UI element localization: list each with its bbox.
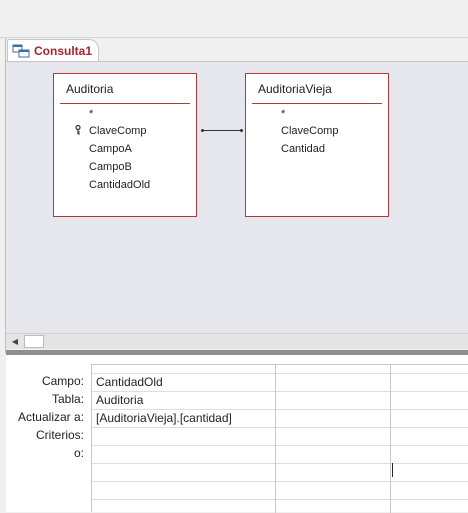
field-all[interactable]: *	[89, 108, 93, 120]
scroll-thumb[interactable]	[24, 335, 44, 348]
grid-cell-campo[interactable]: CantidadOld	[96, 375, 163, 389]
table-box-auditoria[interactable]: Auditoria * ClaveComp CampoA CampoB Cant…	[53, 73, 197, 217]
ribbon-area	[0, 0, 468, 38]
row-label-tabla: Tabla:	[51, 392, 84, 406]
grid-row-divider	[92, 445, 468, 446]
grid-column-divider	[275, 365, 276, 513]
grid-row-divider	[92, 409, 468, 410]
query-design-grid[interactable]: CantidadOld Auditoria [AuditoriaVieja].[…	[91, 364, 468, 513]
field-clavecomp[interactable]: ClaveComp	[281, 125, 338, 137]
grid-row-divider	[92, 391, 468, 392]
tab-label: Consulta1	[34, 43, 93, 58]
grid-row-divider	[92, 499, 468, 500]
field-campob[interactable]: CampoB	[89, 161, 132, 173]
table-title-divider	[252, 103, 382, 104]
field-campoa[interactable]: CampoA	[89, 143, 132, 155]
field-all[interactable]: *	[281, 108, 285, 120]
join-endpoint-right	[240, 129, 243, 132]
row-label-actualizar: Actualizar a:	[17, 410, 84, 424]
table-title: AuditoriaVieja	[258, 82, 332, 96]
scroll-left-icon[interactable]: ◀	[8, 335, 22, 348]
table-title: Auditoria	[66, 82, 114, 96]
grid-cell-actualizar[interactable]: [AuditoriaVieja].[cantidad]	[96, 411, 232, 425]
join-endpoint-left	[201, 129, 204, 132]
query-design-icon	[12, 44, 30, 57]
row-label-o: o:	[73, 446, 84, 460]
field-cantidadold[interactable]: CantidadOld	[89, 179, 150, 191]
grid-row-divider	[92, 427, 468, 428]
join-line[interactable]	[202, 130, 242, 131]
text-cursor	[392, 463, 393, 477]
row-label-criterios: Criterios:	[35, 428, 84, 442]
grid-row-divider	[92, 373, 468, 374]
key-icon	[75, 125, 81, 135]
tab-consulta1[interactable]: Consulta1	[7, 39, 99, 61]
grid-row-divider	[92, 481, 468, 482]
grid-column-divider	[390, 365, 391, 513]
table-title-divider	[60, 103, 190, 104]
grid-row-divider	[92, 463, 468, 464]
horizontal-scrollbar[interactable]: ◀	[6, 333, 468, 349]
grid-cell-tabla[interactable]: Auditoria	[96, 393, 143, 407]
table-box-auditoriavieja[interactable]: AuditoriaVieja * ClaveComp Cantidad	[245, 73, 389, 217]
row-label-campo: Campo:	[41, 374, 84, 388]
field-cantidad[interactable]: Cantidad	[281, 143, 325, 155]
field-clavecomp[interactable]: ClaveComp	[89, 125, 146, 137]
